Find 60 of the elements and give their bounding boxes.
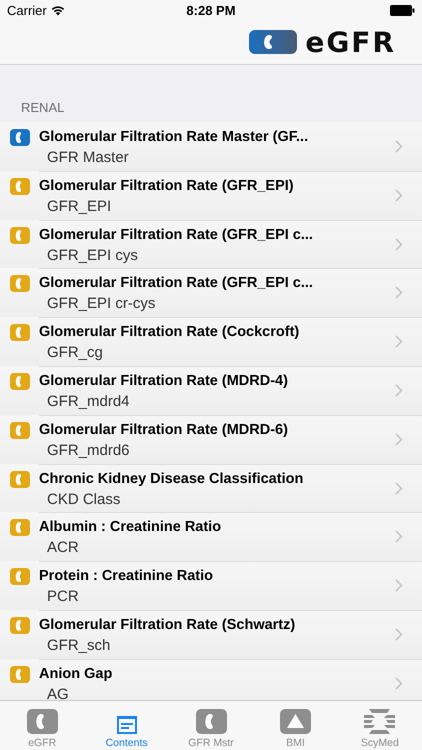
list-item[interactable]: Glomerular Filtration Rate (GFR_EPI c... GFR_EPI cys	[0, 220, 422, 268]
kidney-icon	[26, 709, 58, 734]
chevron-icon	[395, 482, 403, 495]
item-title: Glomerular Filtration Rate (MDRD-4)	[39, 372, 289, 390]
item-subtitle: ACR	[47, 538, 80, 558]
item-title: Glomerular Filtration Rate (GFR_EPI c...	[39, 226, 314, 244]
item-title: Glomerular Filtration Rate (GFR_EPI)	[39, 176, 295, 195]
tab[interactable]: Contents	[84, 701, 169, 750]
logo-icon	[364, 709, 396, 734]
chevron-icon	[395, 579, 403, 592]
item-subtitle: GFR_sch	[47, 636, 112, 656]
kidney-icon	[196, 709, 227, 734]
item-title: Albumin : Creatinine Ratio	[39, 518, 222, 536]
item-subtitle: GFR_EPI cr-cys	[47, 294, 156, 314]
chevron-icon	[395, 335, 403, 348]
item-title: Glomerular Filtration Rate (MDRD-6)	[39, 420, 289, 439]
item-title: Glomerular Filtration Rate (GFR_EPI c...	[39, 274, 314, 292]
list-item[interactable]: Glomerular Filtration Rate Master (GF... GFR Master	[0, 122, 422, 171]
chevron-icon	[395, 676, 403, 690]
carrier-text: Carrier	[7, 2, 47, 18]
list-item[interactable]: Protein : Creatinine Ratio PCR	[0, 561, 422, 610]
item-subtitle: GFR_mdrd6	[47, 440, 131, 461]
item-subtitle: AG	[47, 684, 70, 700]
list-icon	[116, 716, 137, 734]
kidney-logo-icon	[249, 30, 298, 54]
chevron-icon	[395, 238, 403, 251]
item-subtitle: GFR_EPI	[47, 196, 112, 217]
wifi-icon	[50, 4, 65, 16]
list-item[interactable]: Glomerular Filtration Rate (MDRD-4) GFR_mdrd4	[0, 366, 422, 415]
list-item[interactable]: Anion Gap AG	[0, 658, 422, 700]
list-item[interactable]: Albumin : Creatinine Ratio ACR	[0, 512, 422, 562]
item-subtitle: CKD Class	[47, 490, 122, 510]
list-item[interactable]: Glomerular Filtration Rate (MDRD-6) GFR_mdrd6	[0, 414, 422, 464]
time-text: 8:28 PM	[186, 2, 236, 18]
app-title: eGFR	[305, 26, 396, 58]
list-item[interactable]: Chronic Kidney Disease Classification CKD Class	[0, 464, 422, 512]
chevron-icon	[395, 628, 403, 641]
chevron-icon	[395, 188, 403, 202]
chevron-icon	[395, 286, 403, 300]
item-subtitle: PCR	[47, 587, 80, 608]
list-item[interactable]: Glomerular Filtration Rate (GFR_EPI) GFR_EPI	[0, 170, 422, 220]
item-title: Glomerular Filtration Rate Master (GF...	[39, 128, 310, 146]
item-subtitle: GFR Master	[47, 148, 130, 168]
item-title: Glomerular Filtration Rate (Schwartz)	[39, 616, 296, 634]
list-item[interactable]: Glomerular Filtration Rate (Cockcroft) GFR_cg	[0, 317, 422, 366]
chevron-icon	[395, 140, 403, 153]
chevron-icon	[395, 530, 403, 544]
item-subtitle: GFR_mdrd4	[47, 392, 131, 412]
item-subtitle: GFR_EPI cys	[47, 246, 139, 266]
item-title: Chronic Kidney Disease Classification	[39, 470, 304, 488]
item-title: Anion Gap	[39, 664, 114, 683]
item-title: Glomerular Filtration Rate (Cockcroft)	[39, 323, 300, 342]
list-item[interactable]: Glomerular Filtration Rate (GFR_EPI c... GFR_EPI cr-cys	[0, 268, 422, 318]
battery-icon	[390, 4, 415, 16]
list-item[interactable]: Glomerular Filtration Rate (Schwartz) GFR_sch	[0, 610, 422, 659]
section-header: RENAL	[21, 100, 64, 115]
chevron-icon	[395, 432, 403, 446]
chevron-icon	[395, 384, 403, 397]
item-title: Protein : Creatinine Ratio	[39, 567, 214, 586]
item-subtitle: GFR_cg	[47, 343, 104, 364]
